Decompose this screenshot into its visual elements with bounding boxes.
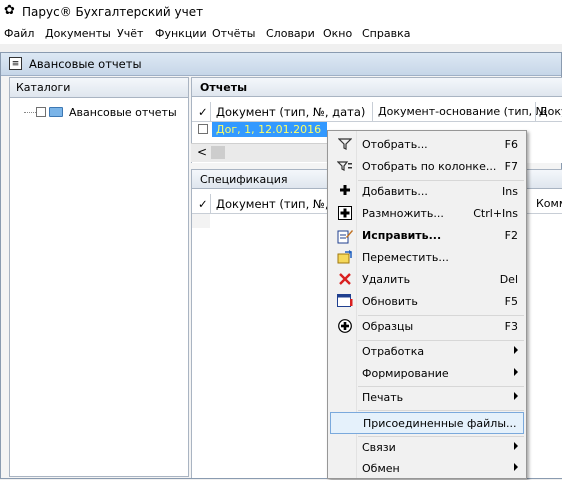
menu-item-label: Отработка — [362, 345, 425, 358]
scroll-thumb[interactable] — [211, 146, 225, 159]
reports-check-column[interactable]: ✓ — [198, 105, 208, 119]
filter-icon — [337, 137, 353, 153]
menu-item-label: Обмен — [362, 462, 400, 475]
menu-item-exchange[interactable]: Обмен — [330, 458, 524, 480]
menu-window[interactable]: Окно — [323, 27, 352, 40]
menu-item-shortcut: F7 — [504, 160, 518, 173]
catalog-item-checkbox[interactable] — [36, 107, 46, 117]
submenu-arrow-icon — [514, 346, 518, 354]
filter-column-icon — [336, 159, 353, 175]
catalog-panel: Каталоги Авансовые отчеты — [9, 77, 189, 477]
menu-item-label: Переместить... — [362, 251, 449, 264]
menu-item-shortcut: F2 — [504, 229, 518, 242]
spec-column-comment[interactable]: Комм — [536, 197, 562, 210]
catalog-item-label: Авансовые отчеты — [69, 106, 177, 119]
menu-item-processing[interactable]: Отработка — [330, 341, 524, 363]
spec-header-label: Спецификация — [200, 173, 288, 186]
submenu-arrow-icon — [514, 368, 518, 376]
menu-help[interactable]: Справка — [362, 27, 410, 40]
column-divider — [535, 102, 536, 121]
menu-item-label: Формирование — [362, 367, 449, 380]
column-divider — [210, 102, 211, 121]
catalog-header-label: Каталоги — [16, 81, 71, 94]
duplicate-icon — [337, 206, 353, 222]
context-menu: Отобрать... F6 Отобрать по колонке... F7… — [327, 130, 527, 479]
menu-bar: Файл Документы Учёт Функции Отчёты Слова… — [0, 24, 562, 44]
menu-item-label: Удалить — [362, 273, 411, 286]
menu-item-templates[interactable]: Образцы F3 — [330, 316, 524, 338]
reports-column-document[interactable]: Документ (тип, №, дата) — [216, 105, 365, 119]
row-checkbox[interactable] — [198, 124, 208, 134]
menu-functions[interactable]: Функции — [155, 27, 207, 40]
reports-column-more[interactable]: Доку — [539, 105, 562, 118]
menu-item-print[interactable]: Печать — [330, 387, 524, 409]
menu-item-duplicate[interactable]: Размножить... Ctrl+Ins — [330, 203, 524, 225]
menu-item-label: Печать — [362, 391, 404, 404]
column-divider — [210, 194, 211, 213]
refresh-icon — [337, 294, 353, 310]
menu-item-label: Отобрать по колонке... — [362, 160, 497, 173]
menu-item-label: Добавить... — [362, 185, 428, 198]
spec-column-document[interactable]: Документ (тип, №, — [216, 197, 329, 211]
menu-item-add[interactable]: Добавить... Ins — [330, 181, 524, 203]
horizontal-scrollbar[interactable]: < — [191, 143, 327, 162]
menu-item-shortcut: Del — [499, 273, 518, 286]
menu-item-shortcut: Ins — [502, 185, 518, 198]
row-document-cell[interactable]: Дог, 1, 12.01.2016 — [212, 122, 327, 137]
menu-item-edit[interactable]: Исправить... F2 — [330, 225, 524, 247]
menu-item-label: Отобрать... — [362, 138, 428, 151]
scroll-left-arrow[interactable]: < — [197, 145, 207, 159]
menu-file[interactable]: Файл — [4, 27, 34, 40]
menu-separator — [358, 410, 524, 411]
menu-item-filter-by-column[interactable]: Отобрать по колонке... F7 — [330, 156, 524, 178]
reports-header: Отчеты — [191, 77, 562, 97]
tree-line — [24, 112, 36, 113]
menu-item-label: Обновить — [362, 295, 418, 308]
catalog-item[interactable]: Авансовые отчеты — [36, 106, 186, 120]
submenu-arrow-icon — [514, 463, 518, 471]
menu-item-shortcut: F6 — [504, 138, 518, 151]
menu-reports[interactable]: Отчёты — [212, 27, 255, 40]
spec-row-gutter — [192, 214, 210, 228]
menu-item-shortcut: F5 — [504, 295, 518, 308]
spec-check-column[interactable]: ✓ — [198, 197, 208, 211]
templates-icon — [337, 319, 353, 335]
menu-item-label: Связи — [362, 441, 396, 454]
menu-accounting[interactable]: Учёт — [117, 27, 143, 40]
menu-item-label: Образцы — [362, 320, 414, 333]
menu-item-attached-files[interactable]: Присоединенные файлы... — [330, 412, 524, 434]
delete-icon — [337, 272, 353, 288]
menu-item-move[interactable]: Переместить... — [330, 247, 524, 269]
reports-column-basis[interactable]: Документ-основание (тип, № — [378, 105, 547, 118]
menu-item-label: Размножить... — [362, 207, 444, 220]
document-icon: ≡ — [9, 57, 22, 70]
reports-column-header: ✓ Документ (тип, №, дата) Документ-основ… — [192, 102, 562, 122]
menu-item-label: Присоединенные файлы... — [363, 417, 517, 430]
edit-icon — [337, 228, 353, 244]
document-title-bar: ≡ Авансовые отчеты — [1, 53, 561, 76]
menu-item-refresh[interactable]: Обновить F5 — [330, 291, 524, 313]
document-title: Авансовые отчеты — [29, 57, 142, 71]
menu-dictionaries[interactable]: Словари — [266, 27, 315, 40]
menu-item-delete[interactable]: Удалить Del — [330, 269, 524, 291]
move-icon — [337, 250, 353, 266]
menu-item-label: Исправить... — [362, 229, 442, 242]
column-divider — [372, 102, 373, 121]
menu-item-generation[interactable]: Формирование — [330, 363, 524, 385]
plus-icon — [337, 184, 353, 200]
folder-icon — [49, 107, 63, 117]
catalog-header: Каталоги — [10, 78, 188, 98]
reports-header-label: Отчеты — [200, 81, 248, 94]
menu-item-shortcut: F3 — [504, 320, 518, 333]
menu-item-links[interactable]: Связи — [330, 437, 524, 459]
menu-item-shortcut: Ctrl+Ins — [473, 207, 518, 220]
menu-documents[interactable]: Документы — [45, 27, 111, 40]
submenu-arrow-icon — [514, 392, 518, 400]
title-bar: ✿ Парус® Бухгалтерский учет — [0, 0, 562, 24]
menu-item-filter[interactable]: Отобрать... F6 — [330, 134, 524, 156]
window-title: Парус® Бухгалтерский учет — [22, 5, 204, 19]
submenu-arrow-icon — [514, 442, 518, 450]
app-icon: ✿ — [4, 3, 15, 18]
